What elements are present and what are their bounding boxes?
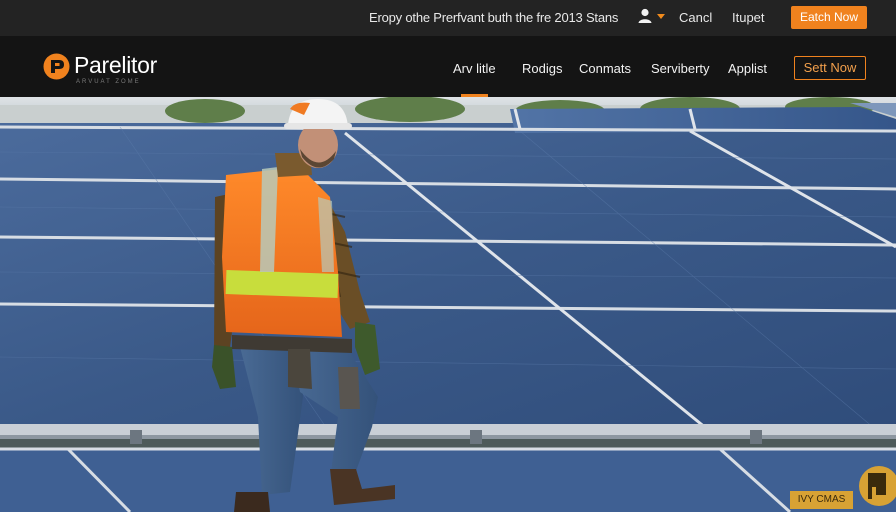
nav-cta-button[interactable]: Sett Now [794,56,866,80]
nav-item-3[interactable]: Conmats [579,61,631,76]
chevron-down-icon [657,14,665,19]
cancel-link[interactable]: Cancl [679,10,712,25]
support-link[interactable]: Itupet [732,10,765,25]
top-cta-button[interactable]: Eatch Now [791,6,867,29]
user-menu[interactable] [638,8,668,28]
logo-tagline: ARVUAT ZOME [76,79,141,85]
nav-item-4[interactable]: Serviberty [651,61,710,76]
announcement-text: Eropy othe Prerfvant buth the fre 2013 S… [369,10,619,25]
nav-item-2[interactable]: Rodigs [522,61,562,76]
hero-image [0,97,896,512]
nav-item-1[interactable]: Arv litle [453,61,496,97]
hero-illustration [0,97,896,512]
hero-badge: IVY CMAS [790,491,853,509]
logo-text[interactable]: Parelitor [74,52,157,79]
nav-item-5[interactable]: Applist [728,61,767,76]
brand-mark-icon [859,466,896,506]
logo-icon[interactable] [43,53,70,80]
user-icon [638,8,652,23]
main-navigation: Parelitor ARVUAT ZOME Arv litle Rodigs C… [0,36,896,97]
top-utility-bar: Eropy othe Prerfvant buth the fre 2013 S… [0,0,896,36]
